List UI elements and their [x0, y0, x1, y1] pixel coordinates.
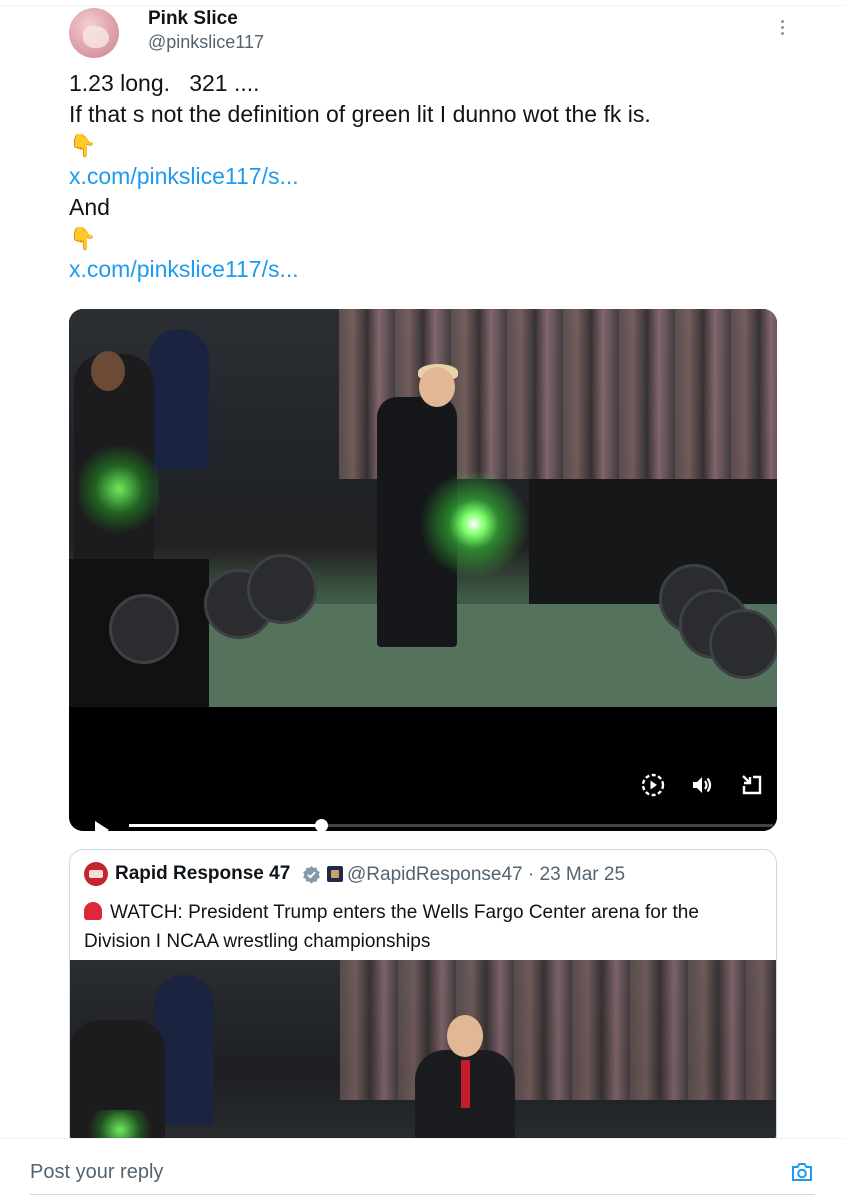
post-link[interactable]: x.com/pinkslice117/s...: [69, 161, 789, 192]
quoted-media[interactable]: [70, 960, 776, 1148]
red-tie: [461, 1060, 470, 1108]
reply-input[interactable]: Post your reply: [30, 1161, 163, 1184]
post-text-line: And: [69, 194, 110, 220]
quoted-text: WATCH: President Trump enters the Wells …: [84, 898, 764, 956]
playback-speed-icon[interactable]: [640, 772, 666, 798]
government-affiliation-icon: [327, 866, 343, 882]
post-text: 1.23 long. 321 .... If that s not the de…: [69, 68, 789, 285]
avatar[interactable]: [69, 8, 119, 58]
post-text-line: 1.23 long. 321 ....: [69, 70, 260, 96]
fullscreen-icon[interactable]: [739, 772, 765, 798]
crowd: [340, 960, 776, 1100]
green-laser-glare: [419, 469, 529, 579]
video-player[interactable]: [69, 309, 777, 831]
video-controls: [69, 707, 777, 831]
display-name[interactable]: Pink Slice: [148, 8, 238, 30]
green-glare: [79, 444, 159, 534]
quoted-text-line: Division I NCAA wrestling championships: [84, 931, 431, 952]
stage-wall: [529, 479, 777, 609]
figure-head: [419, 367, 455, 407]
quoted-handle-and-date[interactable]: @RapidResponse47 · 23 Mar 25: [347, 864, 625, 886]
user-handle[interactable]: @pinkslice117: [148, 32, 264, 53]
quoted-text-line: WATCH: President Trump enters the Wells …: [110, 902, 699, 923]
verified-badge-icon: [303, 865, 320, 884]
post-link[interactable]: x.com/pinkslice117/s...: [69, 254, 789, 285]
volume-icon[interactable]: [689, 772, 715, 798]
stage-light: [709, 609, 777, 679]
reply-underline: [30, 1194, 815, 1195]
reply-composer: Post your reply: [0, 1138, 845, 1200]
quoted-avatar[interactable]: [84, 862, 108, 886]
more-options-icon[interactable]: [772, 14, 792, 40]
siren-icon: [84, 902, 102, 920]
pointing-down-emoji-icon: 👇: [69, 226, 97, 251]
camera-icon[interactable]: [790, 1161, 814, 1183]
figure-head: [447, 1015, 483, 1057]
video-frame[interactable]: [69, 309, 777, 707]
play-icon[interactable]: [95, 821, 109, 831]
stage-light: [109, 594, 179, 664]
progress-bar-track[interactable]: [322, 824, 773, 827]
security-guard-head: [91, 351, 125, 391]
quoted-display-name[interactable]: Rapid Response 47: [115, 863, 290, 885]
top-divider: [0, 5, 845, 6]
quoted-post[interactable]: Rapid Response 47 @RapidResponse47 · 23 …: [69, 849, 777, 1149]
stage-light: [247, 554, 317, 624]
progress-scrubber-handle[interactable]: [315, 819, 328, 831]
post-text-line: If that s not the definition of green li…: [69, 101, 651, 127]
progress-bar-filled[interactable]: [129, 824, 322, 827]
pointing-down-emoji-icon: 👇: [69, 133, 97, 158]
